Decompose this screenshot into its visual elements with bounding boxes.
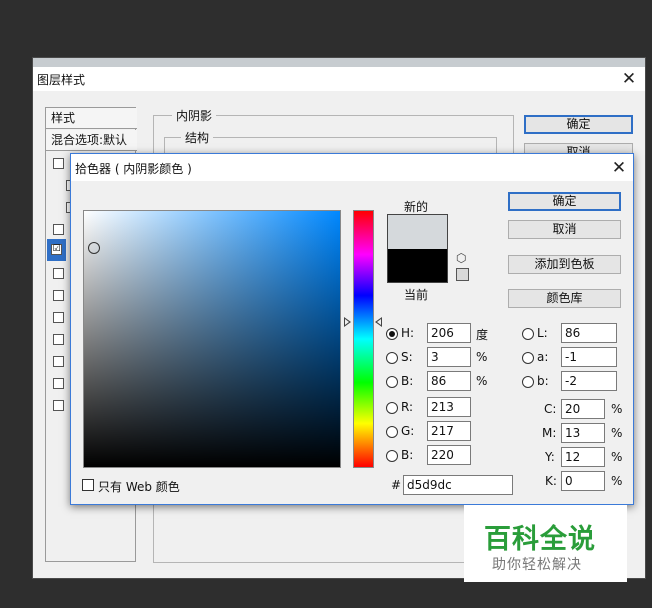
unit-percent: % [476,374,488,388]
label-k: K: [545,474,557,488]
color-field-marker[interactable] [88,242,100,254]
radio-s[interactable] [386,352,398,364]
label-brightness: B: [401,374,414,388]
color-preview [387,214,448,283]
unit-percent: % [611,474,623,488]
add-to-swatches-button[interactable]: 添加到色板 [508,255,621,274]
radio-r[interactable] [386,402,398,414]
g-input[interactable] [427,421,471,441]
label-r: R: [401,400,414,414]
gamut-cube-icon[interactable]: ⬡ [456,252,469,265]
label-c: C: [544,402,557,416]
style-checkbox[interactable] [53,378,64,389]
style-checkbox[interactable] [53,356,64,367]
unit-degree: 度 [476,328,489,342]
blend-options-item[interactable]: 混合选项:默认 [46,130,137,151]
hex-input[interactable] [403,475,513,495]
c-input[interactable] [561,399,605,419]
l-input[interactable] [561,323,617,343]
label-h: H: [401,326,415,340]
style-checkbox[interactable] [53,334,64,345]
a-input[interactable] [561,347,617,367]
unit-percent: % [611,402,623,416]
brightness-input[interactable] [427,371,471,391]
color-picker-title: 拾色器 ( 内阴影颜色 ) [75,162,192,176]
label-m: M: [542,426,557,440]
layer-style-title: 图层样式 [37,73,86,87]
color-libraries-button[interactable]: 颜色库 [508,289,621,308]
unit-percent: % [611,450,623,464]
cancel-button[interactable]: 取消 [508,220,621,239]
label-g: G: [401,424,415,438]
watermark-logo: 百科全说 助你轻松解决 [464,505,627,582]
label-l: L: [537,326,548,340]
label-blue: B: [401,448,414,462]
r-input[interactable] [427,397,471,417]
style-checkbox[interactable] [53,224,64,235]
radio-g[interactable] [386,426,398,438]
web-only-label: 只有 Web 颜色 [98,480,180,494]
watermark-subtitle: 助你轻松解决 [492,557,582,573]
style-checkbox[interactable] [53,290,64,301]
hue-slider[interactable] [353,210,374,468]
layer-style-ok-button[interactable]: 确定 [524,115,633,134]
inner-shadow-legend: 内阴影 [172,107,217,124]
style-checkbox[interactable] [53,312,64,323]
label-b-lab: b: [537,374,549,388]
new-color-label: 新的 [404,200,429,214]
hue-slider-handle-left[interactable] [344,317,351,327]
style-checkbox[interactable] [53,158,64,169]
new-color-swatch [388,215,447,249]
current-color-label: 当前 [404,288,429,302]
current-color-swatch[interactable] [388,249,447,282]
radio-l[interactable] [522,328,534,340]
blue-input[interactable] [427,445,471,465]
m-input[interactable] [561,423,605,443]
style-checkbox[interactable] [53,268,64,279]
b-lab-input[interactable] [561,371,617,391]
h-input[interactable] [427,323,471,343]
styles-header[interactable]: 样式 [46,108,137,129]
radio-h[interactable] [386,328,398,340]
layer-style-titlebar: 图层样式 ✕ [33,67,645,91]
hex-label: # [391,478,402,492]
style-checkbox[interactable] [53,400,64,411]
unit-percent: % [611,426,623,440]
hue-slider-handle-right[interactable] [375,317,382,327]
ok-button[interactable]: 确定 [508,192,621,211]
radio-a[interactable] [522,352,534,364]
label-a: a: [537,350,549,364]
structure-legend: 结构 [181,129,214,146]
color-picker-close-icon[interactable]: ✕ [607,157,631,179]
label-s: S: [401,350,413,364]
y-input[interactable] [561,447,605,467]
unit-percent: % [476,350,488,364]
websafe-swatch-icon[interactable] [456,268,469,281]
radio-blue[interactable] [386,450,398,462]
color-picker-dialog: 拾色器 ( 内阴影颜色 ) ✕ 新的 当前 ⬡ 确定 取消 添加到色板 颜色库 … [70,153,634,505]
web-only-box[interactable] [82,479,94,491]
radio-b-lab[interactable] [522,376,534,388]
color-picker-titlebar: 拾色器 ( 内阴影颜色 ) ✕ [71,154,633,181]
label-y: Y: [545,450,555,464]
inner-shadow-checkbox[interactable]: ☑ [51,244,62,255]
watermark-title: 百科全说 [484,524,596,555]
saturation-brightness-field[interactable] [83,210,341,468]
layer-style-close-icon[interactable]: ✕ [617,68,641,90]
s-input[interactable] [427,347,471,367]
k-input[interactable] [561,471,605,491]
radio-brightness[interactable] [386,376,398,388]
